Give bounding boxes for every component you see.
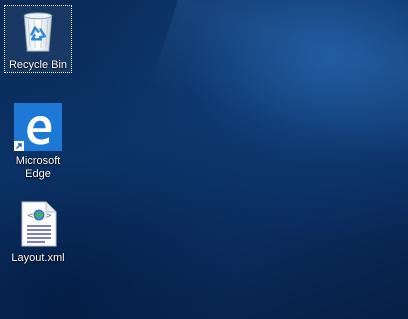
microsoft-edge-label: Microsoft Edge: [16, 155, 61, 181]
desktop-icon-layout-xml[interactable]: < > Layout.xml: [5, 200, 71, 265]
desktop-icon-recycle-bin[interactable]: Recycle Bin: [4, 5, 72, 73]
svg-text:<: <: [27, 211, 34, 220]
svg-text:>: >: [45, 211, 52, 220]
microsoft-edge-label-line2: Edge: [25, 168, 51, 180]
microsoft-edge-label-line1: Microsoft: [15, 155, 61, 167]
recycle-bin-icon: [23, 12, 53, 52]
layout-xml-label: Layout.xml: [11, 252, 65, 264]
edge-icon: [14, 103, 62, 151]
wallpaper-light-beam: [150, 0, 408, 186]
desktop-icon-microsoft-edge[interactable]: Microsoft Edge: [5, 103, 71, 181]
recycle-bin-label: Recycle Bin: [8, 59, 68, 71]
xml-file-icon: < >: [21, 201, 57, 247]
